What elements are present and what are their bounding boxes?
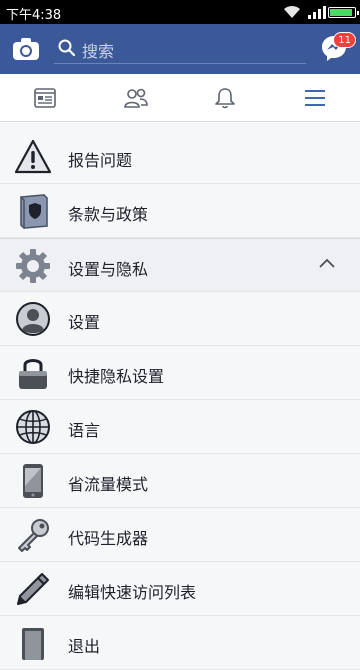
- key-icon: [18, 519, 49, 552]
- menu-item-settings[interactable]: 设置: [0, 292, 360, 346]
- menu-item-edit-shortcuts[interactable]: 编辑快速访问列表: [0, 562, 360, 616]
- pencil-icon: [17, 573, 49, 605]
- menu-item-label: 语言: [68, 421, 101, 440]
- menu-item-report-problem[interactable]: 报告问题: [0, 130, 360, 184]
- menu-item-label: 快捷隐私设置: [68, 367, 165, 386]
- lock-icon: [19, 359, 47, 389]
- warning-icon: [14, 139, 52, 174]
- tab-notifications[interactable]: [180, 74, 270, 122]
- menu-item-label: 条款与政策: [68, 205, 149, 224]
- camera-icon[interactable]: [12, 36, 40, 62]
- hamburger-icon: [305, 90, 325, 106]
- wifi-icon: [284, 5, 300, 18]
- menu-section-settings-privacy[interactable]: 设置与隐私: [0, 238, 360, 292]
- bell-icon: [215, 88, 235, 109]
- gear-icon: [16, 249, 50, 283]
- app-header: 搜索 11: [0, 24, 360, 74]
- menu-item-log-out[interactable]: 退出: [0, 616, 360, 670]
- menu-item-language[interactable]: 语言: [0, 400, 360, 454]
- tab-bar: [0, 74, 360, 122]
- menu-item-code-generator[interactable]: 代码生成器: [0, 508, 360, 562]
- menu-item-label: 退出: [68, 637, 101, 656]
- tab-friends[interactable]: [90, 74, 180, 122]
- tab-news-feed[interactable]: [0, 74, 90, 122]
- messenger-badge: 11: [333, 32, 356, 48]
- chevron-up-icon: [319, 258, 335, 268]
- battery-icon: [328, 7, 359, 18]
- status-bar: 下午4:38: [0, 0, 360, 24]
- profile-icon: [16, 302, 50, 336]
- menu-item-label: 代码生成器: [68, 529, 149, 548]
- menu-item-label: 设置与隐私: [68, 260, 149, 279]
- menu-item-privacy-shortcuts[interactable]: 快捷隐私设置: [0, 346, 360, 400]
- search-icon: [58, 39, 76, 57]
- tab-menu[interactable]: [270, 74, 360, 122]
- menu-item-label: 省流量模式: [68, 475, 149, 494]
- book-icon: [20, 194, 48, 229]
- menu-item-data-saver[interactable]: 省流量模式: [0, 454, 360, 508]
- search-placeholder: 搜索: [82, 42, 115, 61]
- status-time: 下午4:38: [6, 8, 62, 23]
- door-icon: [22, 628, 44, 660]
- news-feed-icon: [34, 88, 56, 108]
- menu-item-label: 报告问题: [68, 151, 133, 170]
- globe-icon: [16, 410, 50, 444]
- menu-list: 报告问题 条款与政策 设置与隐私 设置 快捷隐私设置 语言 省流量模式 代码生成…: [0, 130, 360, 670]
- menu-item-label: 设置: [68, 313, 101, 332]
- search-input[interactable]: 搜索: [54, 32, 306, 64]
- menu-item-label: 编辑快速访问列表: [68, 583, 197, 602]
- menu-item-terms-policies[interactable]: 条款与政策: [0, 184, 360, 238]
- phone-icon: [23, 464, 43, 498]
- signal-icon: [308, 6, 326, 19]
- friends-icon: [124, 88, 148, 108]
